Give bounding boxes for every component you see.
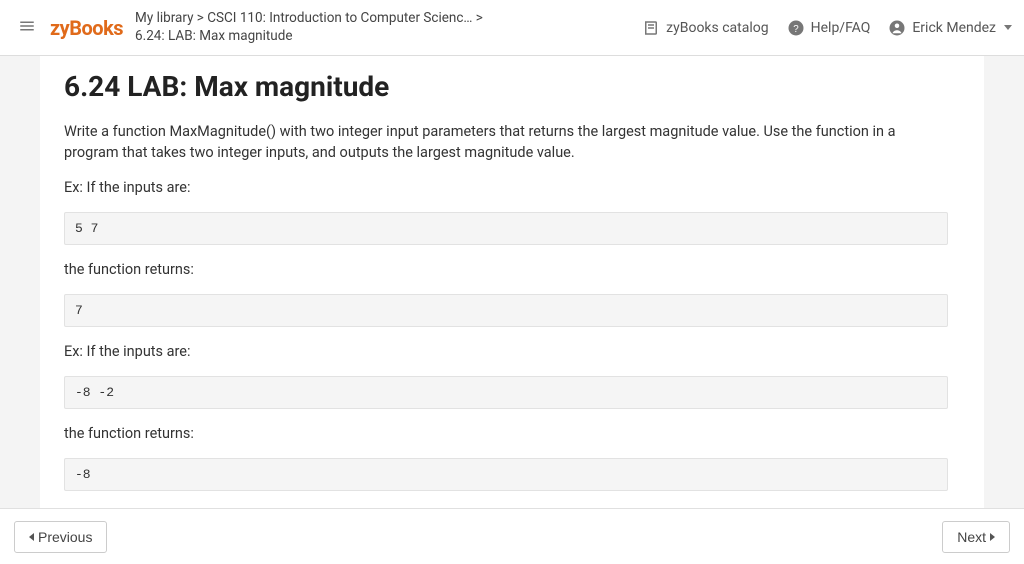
chevron-down-icon — [1004, 25, 1012, 30]
help-icon: ? — [787, 19, 805, 37]
previous-label: Previous — [38, 529, 92, 545]
intro-text: Write a function MaxMagnitude() with two… — [40, 121, 948, 163]
svg-text:?: ? — [793, 23, 799, 34]
example2-label: Ex: If the inputs are: — [40, 341, 948, 362]
triangle-right-icon — [990, 533, 995, 541]
return1-code: 7 — [64, 294, 948, 327]
user-name: Erick Mendez — [912, 20, 996, 36]
example2-code: -8 -2 — [64, 376, 948, 409]
next-label: Next — [957, 529, 986, 545]
page-title: 6.24 LAB: Max magnitude — [40, 70, 948, 103]
user-icon — [888, 19, 906, 37]
breadcrumb[interactable]: My library > CSCI 110: Introduction to C… — [135, 10, 634, 45]
breadcrumb-line-2: 6.24: LAB: Max magnitude — [135, 28, 634, 46]
example1-code: 5 7 — [64, 212, 948, 245]
return2-code: -8 — [64, 458, 948, 491]
help-link[interactable]: ? Help/FAQ — [787, 19, 871, 37]
content-card: 6.24 LAB: Max magnitude Write a function… — [40, 56, 984, 508]
user-menu[interactable]: Erick Mendez — [888, 19, 1012, 37]
bottom-nav: Previous Next — [0, 508, 1024, 564]
catalog-icon — [642, 19, 660, 37]
breadcrumb-line-1: My library > CSCI 110: Introduction to C… — [135, 10, 634, 28]
help-label: Help/FAQ — [811, 20, 871, 36]
previous-button[interactable]: Previous — [14, 521, 107, 553]
menu-icon[interactable] — [12, 12, 42, 44]
return1-label: the function returns: — [40, 259, 948, 280]
content-region: 6.24 LAB: Max magnitude Write a function… — [0, 56, 1024, 508]
catalog-link[interactable]: zyBooks catalog — [642, 19, 768, 37]
triangle-left-icon — [29, 533, 34, 541]
top-links: zyBooks catalog ? Help/FAQ Erick Mendez — [642, 19, 1012, 37]
example1-label: Ex: If the inputs are: — [40, 177, 948, 198]
top-bar: zyBooks My library > CSCI 110: Introduct… — [0, 0, 1024, 56]
catalog-label: zyBooks catalog — [666, 20, 768, 36]
logo[interactable]: zyBooks — [50, 16, 123, 40]
next-button[interactable]: Next — [942, 521, 1010, 553]
return2-label: the function returns: — [40, 423, 948, 444]
